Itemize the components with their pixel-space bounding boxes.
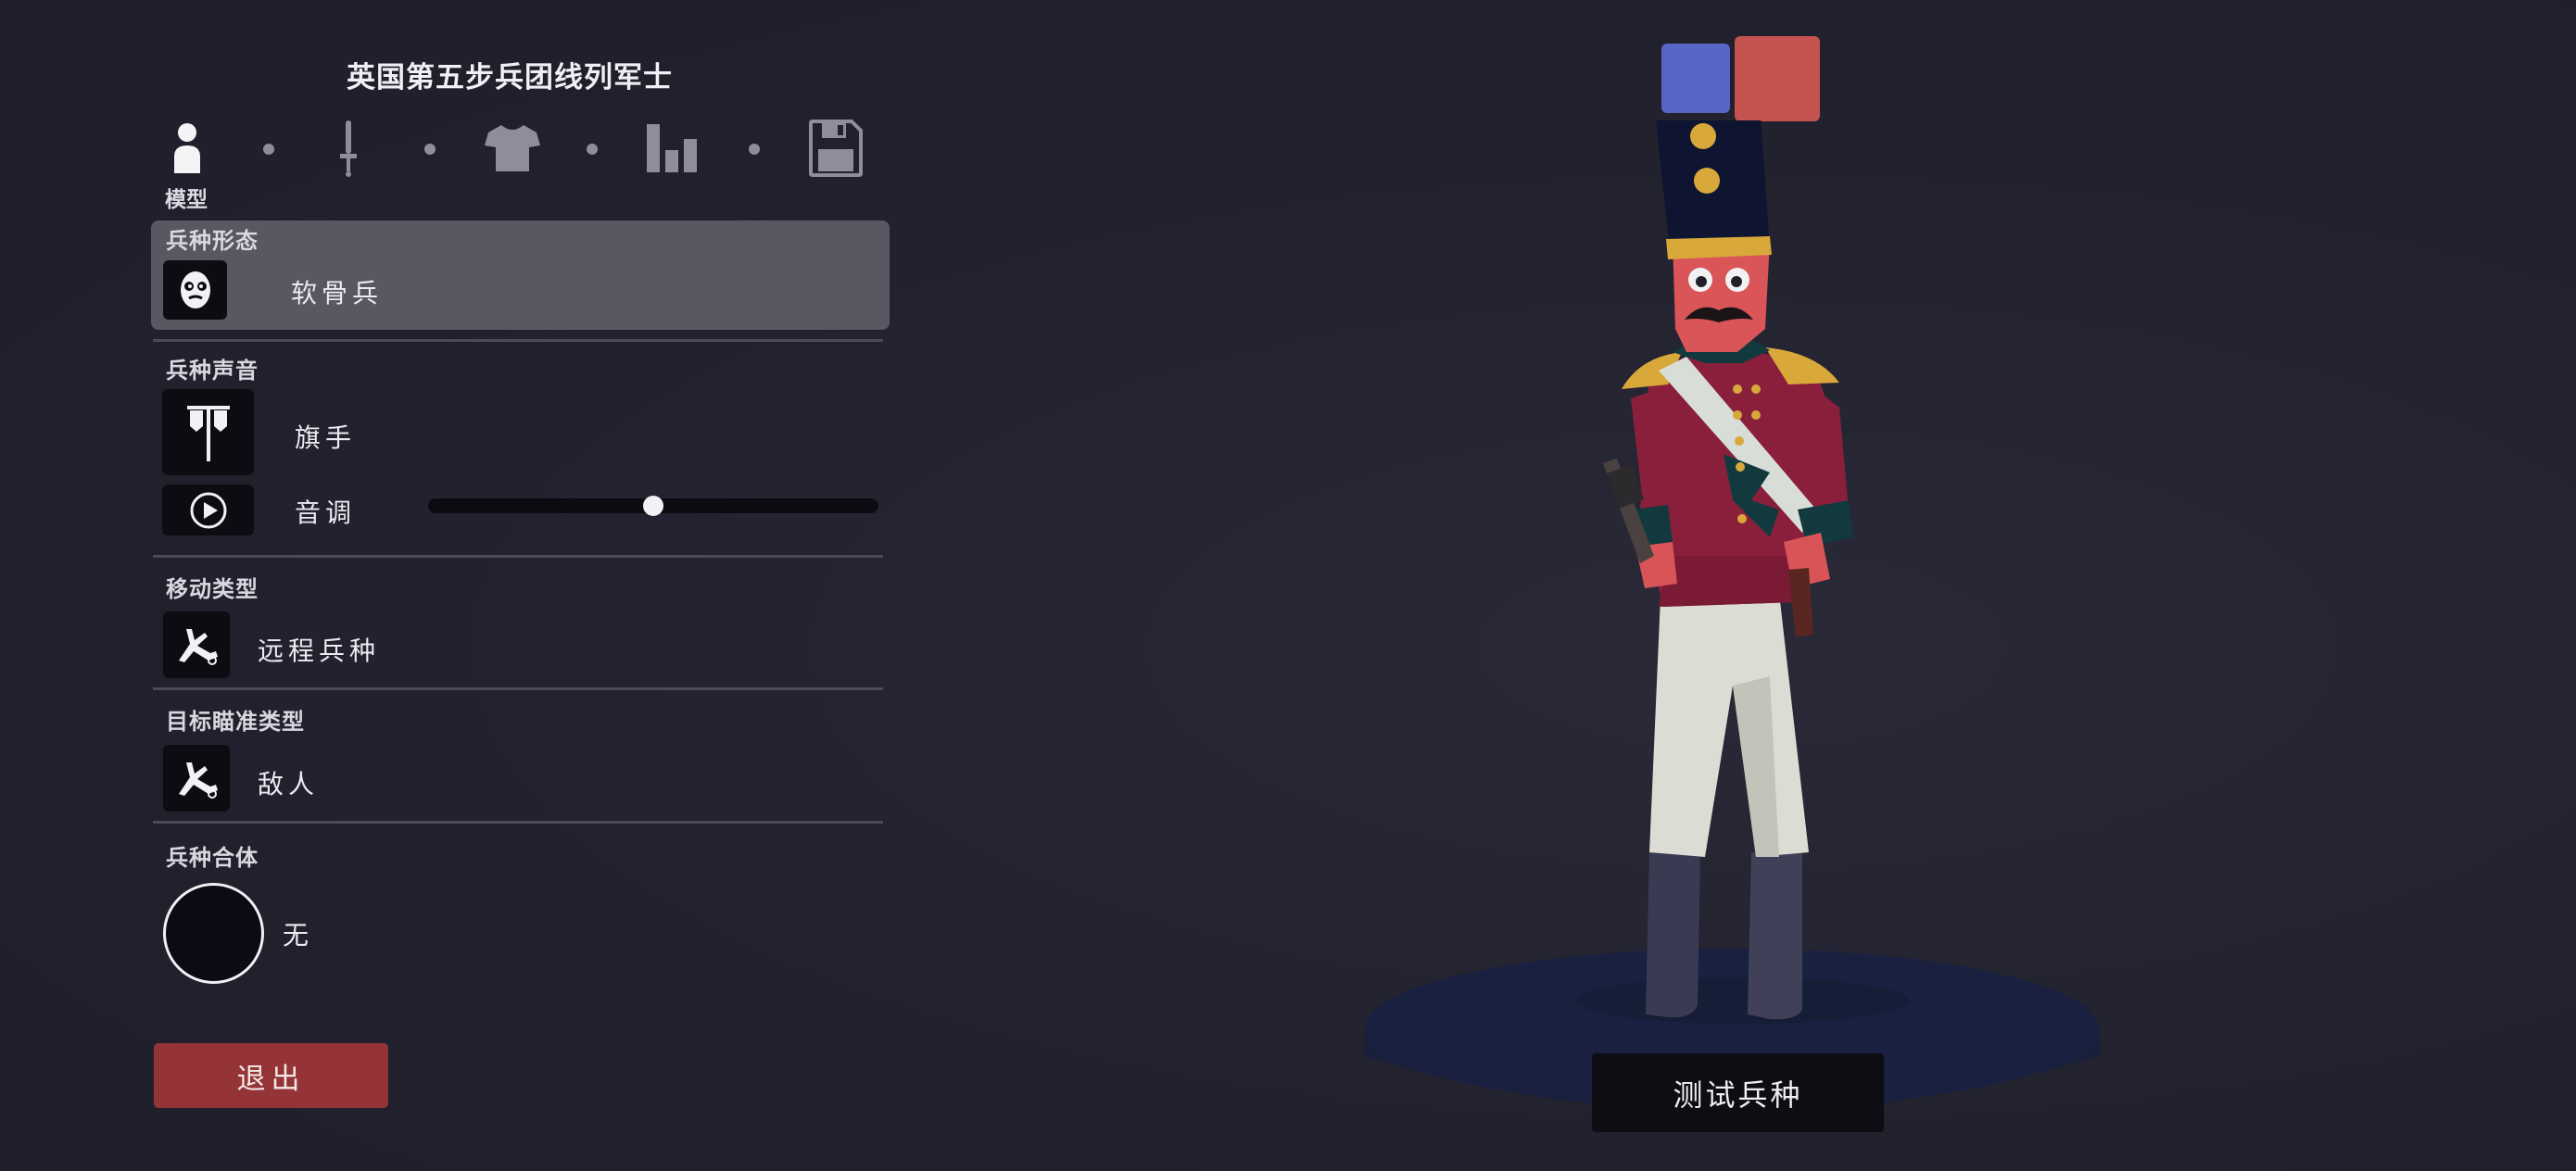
pitch-label: 音调	[295, 497, 357, 528]
movement-type-icon-button[interactable]	[163, 611, 230, 678]
unit-form-value: 软骨兵	[291, 278, 384, 308]
unit-combine-slot[interactable]	[163, 883, 264, 984]
unit-title: 英国第五步兵团线列军士	[347, 61, 673, 94]
play-icon	[190, 492, 226, 528]
editor-steps	[0, 116, 927, 181]
unit-combine-value: 无	[283, 920, 314, 951]
team-color-red-swatch[interactable]	[1735, 36, 1820, 121]
unit-voice-icon-button[interactable]	[162, 389, 254, 475]
enemy-target-icon	[179, 762, 218, 799]
divider	[153, 555, 883, 558]
unit-voice-label: 兵种声音	[166, 358, 259, 384]
banner-icon	[186, 405, 230, 461]
person-icon	[174, 123, 200, 173]
targeting-type-icon-button[interactable]	[163, 745, 230, 812]
movement-type-value: 远程兵种	[258, 636, 381, 666]
step-save[interactable]	[803, 116, 868, 181]
play-voice-button[interactable]	[162, 485, 254, 535]
team-color-blue-swatch[interactable]	[1661, 44, 1730, 113]
active-step-label: 模型	[165, 188, 208, 212]
divider	[153, 821, 883, 824]
unit-combine-label: 兵种合体	[166, 845, 259, 871]
unit-form-row[interactable]	[151, 220, 890, 330]
step-model[interactable]	[155, 116, 220, 181]
pitch-slider-handle[interactable]	[643, 496, 663, 516]
ranged-unit-icon	[179, 629, 218, 665]
unit-voice-value: 旗手	[295, 422, 357, 453]
step-dot	[263, 144, 274, 155]
unit-editor-screen: 英国第五步兵团线列军士 模型 兵种形态 软骨兵 兵种声音 旗手 音调 移动类型 …	[0, 0, 2576, 1171]
step-clothing[interactable]	[480, 116, 545, 181]
step-dot	[749, 144, 760, 155]
step-weapons[interactable]	[316, 116, 381, 181]
targeting-type-value: 敌人	[258, 769, 320, 800]
exit-button[interactable]: 退出	[154, 1043, 388, 1108]
test-unit-button[interactable]: 测试兵种	[1592, 1053, 1884, 1132]
stats-icon	[647, 124, 697, 172]
step-dot	[587, 144, 598, 155]
targeting-type-label: 目标瞄准类型	[166, 709, 305, 735]
unit-form-label: 兵种形态	[166, 228, 259, 254]
pitch-slider[interactable]	[428, 496, 878, 516]
divider	[153, 687, 883, 690]
save-icon	[809, 120, 863, 177]
step-stats[interactable]	[641, 116, 706, 181]
unit-form-icon-button[interactable]	[163, 260, 227, 320]
unit-preview-figure[interactable]	[1334, 120, 2122, 1158]
movement-type-label: 移动类型	[166, 576, 259, 602]
shirt-icon	[485, 125, 540, 171]
sword-icon	[340, 120, 357, 177]
divider	[153, 339, 883, 342]
step-dot	[424, 144, 436, 155]
mask-face-icon	[180, 271, 210, 308]
